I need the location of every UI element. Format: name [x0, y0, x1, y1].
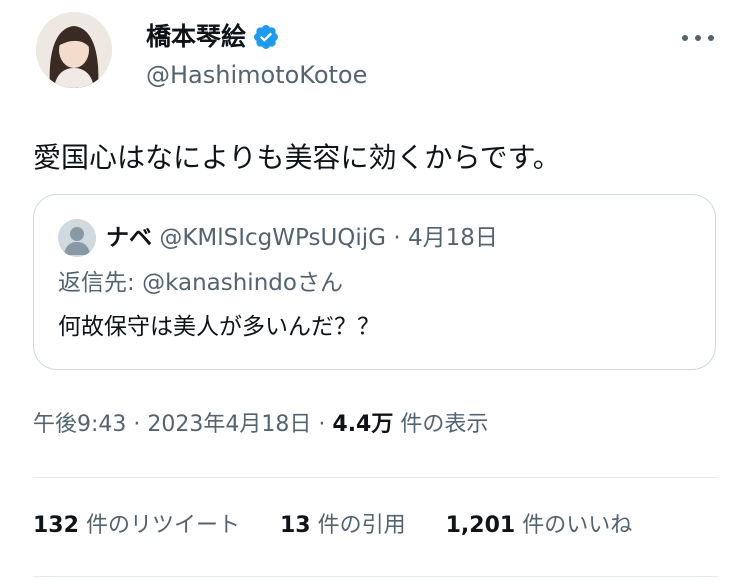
quote-label: 件の引用 — [317, 513, 406, 538]
tweet-time[interactable]: 午後9:43 — [33, 412, 126, 437]
author-avatar[interactable] — [36, 12, 112, 88]
meta-separator: · — [133, 412, 141, 437]
quoted-author-handle[interactable]: @KMlSIcgWPsUQijG — [159, 225, 386, 251]
tweet-text: 愛国心はなによりも美容に効くからです。 — [33, 141, 561, 174]
like-label: 件のいいね — [522, 513, 633, 538]
likes-stat[interactable]: 1,201 件のいいね — [446, 508, 633, 544]
view-count-label: 件の表示 — [400, 412, 489, 437]
quoted-author-name[interactable]: ナベ — [106, 225, 152, 251]
quoted-header: ナベ @KMlSIcgWPsUQijG · 4月18日 — [106, 219, 498, 257]
author-handle[interactable]: @HashimotoKotoe — [146, 58, 367, 92]
reply-suffix: さん — [296, 270, 343, 296]
author-photo — [36, 12, 112, 88]
retweet-count: 132 — [33, 513, 79, 538]
divider — [33, 576, 717, 577]
view-count: 4.4万 — [332, 412, 394, 437]
author-name[interactable]: 橋本琴絵 — [146, 20, 280, 54]
verified-badge-icon — [254, 25, 278, 49]
quoted-text: 何故保守は美人が多いんだ？？ — [58, 314, 380, 340]
author-name-text: 橋本琴絵 — [146, 22, 247, 51]
divider — [33, 477, 717, 478]
meta-separator: · — [318, 412, 326, 437]
quoted-date[interactable]: 4月18日 — [408, 225, 498, 251]
quoted-avatar[interactable] — [58, 219, 96, 257]
retweet-label: 件のリツイート — [85, 513, 240, 538]
reply-to-handle[interactable]: @kanashindo — [142, 270, 297, 296]
quotes-stat[interactable]: 13 件の引用 — [280, 508, 406, 544]
quoted-tweet-card[interactable]: ナベ @KMlSIcgWPsUQijG · 4月18日 返信先: @kanash… — [33, 194, 716, 370]
more-options-button[interactable] — [676, 26, 720, 50]
default-user-icon — [58, 219, 96, 257]
tweet-date[interactable]: 2023年4月18日 — [147, 412, 311, 437]
retweets-stat[interactable]: 132 件のリツイート — [33, 508, 240, 544]
more-dots-icon — [682, 35, 714, 41]
quoted-reply-line: 返信先: @kanashindoさん — [58, 265, 343, 301]
like-count: 1,201 — [445, 513, 516, 538]
tweet-meta: 午後9:43 · 2023年4月18日 · 4.4万 件の表示 — [33, 407, 488, 443]
reply-prefix: 返信先: — [58, 270, 135, 296]
engagement-stats: 132 件のリツイート 13 件の引用 1,201 件のいいね — [33, 508, 632, 544]
quote-count: 13 — [279, 513, 311, 538]
quoted-separator: · — [393, 225, 401, 251]
